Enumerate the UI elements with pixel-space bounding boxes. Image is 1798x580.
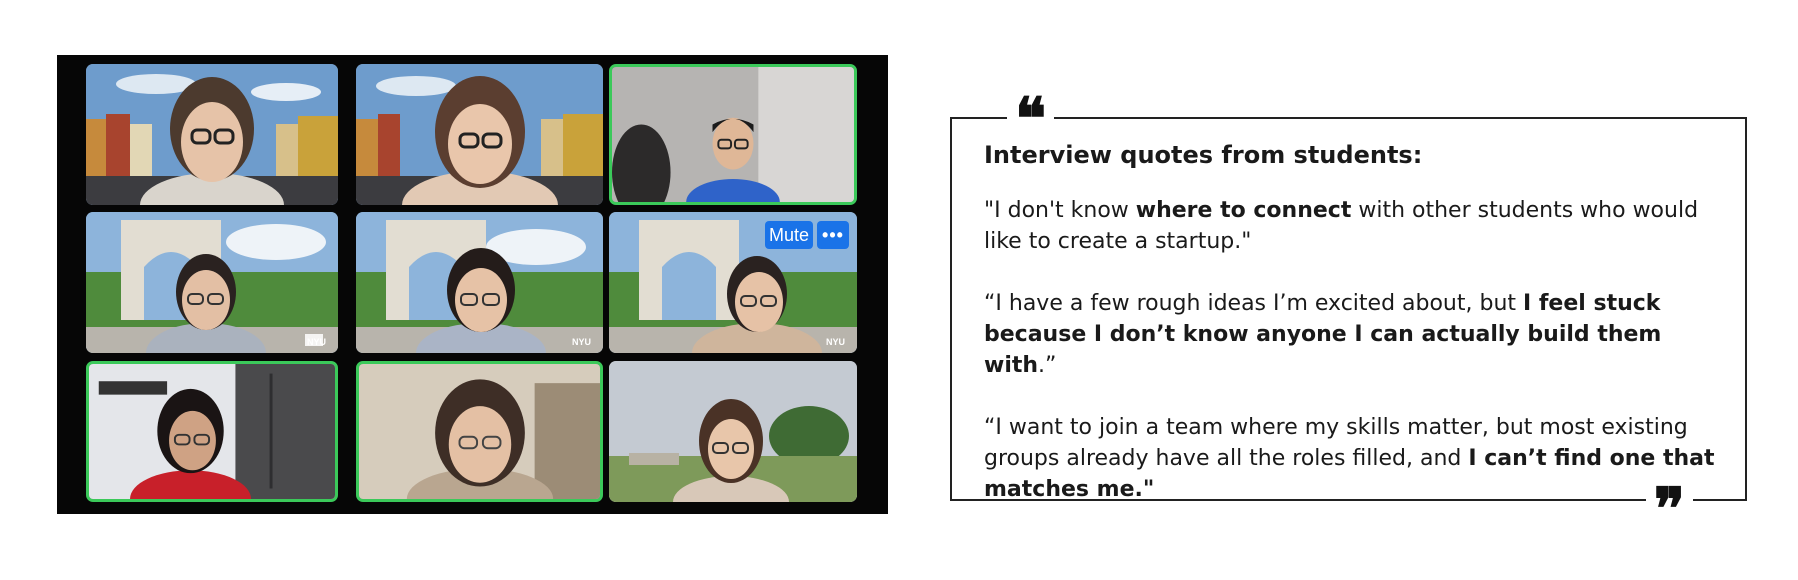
nyu-badge: NYU bbox=[825, 337, 845, 347]
participant-tile[interactable]: NYU bbox=[356, 212, 603, 353]
participant-video-7 bbox=[89, 364, 335, 499]
participant-video-2 bbox=[356, 64, 603, 205]
video-call-grid: NYU NYU Mute ••• NYU bbox=[57, 55, 888, 514]
participant-tile[interactable] bbox=[356, 64, 603, 205]
quote-item: "I don't know where to connect with othe… bbox=[984, 198, 1699, 254]
interview-quotes-box: ❝ Interview quotes from students: "I don… bbox=[950, 90, 1747, 538]
nyu-badge: NYU bbox=[571, 337, 591, 347]
more-options-icon[interactable]: ••• bbox=[817, 221, 849, 249]
participant-video-5 bbox=[356, 212, 603, 353]
quote-item: “I want to join a team where my skills m… bbox=[984, 415, 1715, 502]
participant-tile-hovered[interactable]: Mute ••• NYU bbox=[609, 212, 857, 353]
participant-tile[interactable]: NYU bbox=[86, 212, 338, 353]
participant-tile-speaking[interactable] bbox=[356, 361, 603, 502]
participant-tile-speaking[interactable] bbox=[609, 64, 857, 205]
quotes-heading: Interview quotes from students: bbox=[984, 141, 1423, 169]
participant-tile[interactable] bbox=[609, 361, 857, 502]
participant-video-1 bbox=[86, 64, 338, 205]
quote-item: “I have a few rough ideas I’m excited ab… bbox=[984, 291, 1662, 378]
participant-tile-speaking[interactable] bbox=[86, 361, 338, 502]
close-quote-icon: ❞ bbox=[1645, 480, 1693, 538]
participant-video-8 bbox=[359, 364, 600, 499]
mute-button[interactable]: Mute bbox=[765, 221, 813, 249]
quote-content: Interview quotes from students: "I don't… bbox=[984, 139, 1715, 505]
participant-video-9 bbox=[609, 361, 857, 502]
nyu-badge: NYU bbox=[306, 337, 326, 347]
open-quote-icon: ❝ bbox=[1007, 90, 1055, 148]
participant-tile[interactable] bbox=[86, 64, 338, 205]
participant-video-3 bbox=[612, 67, 854, 202]
participant-video-4 bbox=[86, 212, 338, 353]
